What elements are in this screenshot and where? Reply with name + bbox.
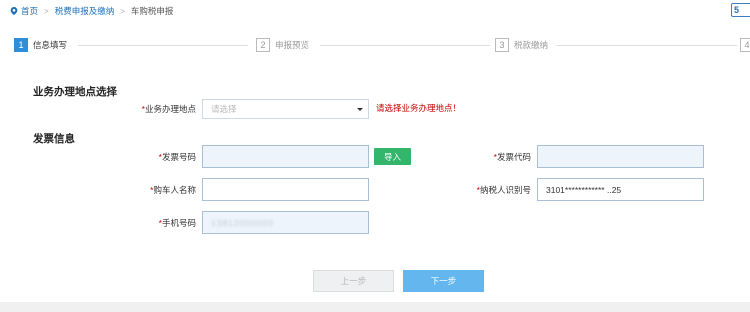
location-error: 请选择业务办理地点！ xyxy=(376,103,462,113)
location-pin-icon xyxy=(10,7,18,15)
taxpayer-id-input[interactable]: 3101************ ..25 xyxy=(537,178,704,201)
breadcrumb: 首页 > 税费申报及缴纳 > 车购税申报 xyxy=(10,5,173,17)
phone-value: 13812000000 xyxy=(211,217,275,228)
invoice-code-input[interactable] xyxy=(537,145,704,168)
business-section-title: 业务办理地点选择 xyxy=(33,86,117,98)
breadcrumb-separator: > xyxy=(120,6,125,16)
step-connector xyxy=(557,45,737,46)
step-label: 申报预览 xyxy=(275,40,310,50)
step-connector xyxy=(320,45,490,46)
step-connector xyxy=(78,45,248,46)
step-preview: 2 申报预览 xyxy=(256,37,309,53)
step-number: 3 xyxy=(495,38,509,52)
step-number: 4 xyxy=(740,38,750,52)
step-number: 1 xyxy=(14,38,28,52)
buyer-name-label: *购车人名称 xyxy=(150,185,196,195)
return-icon: 5 xyxy=(734,5,740,15)
taxpayer-id-label: *纳税人识别号 xyxy=(476,185,531,195)
breadcrumb-separator: > xyxy=(44,6,49,16)
invoice-number-label: *发票号码 xyxy=(158,152,196,162)
phone-label: *手机号码 xyxy=(158,218,196,228)
footer-band xyxy=(0,302,750,312)
invoice-code-label: *发票代码 xyxy=(493,152,531,162)
step-payment: 3 税款缴纳 xyxy=(495,37,548,53)
step-label: 税款缴纳 xyxy=(514,40,549,50)
invoice-section-title: 发票信息 xyxy=(33,133,75,145)
step-fill-info: 1 信息填写 xyxy=(14,37,67,53)
breadcrumb-tax-filing-link[interactable]: 税费申报及缴纳 xyxy=(55,5,115,17)
import-button[interactable]: 导入 xyxy=(374,148,411,165)
step-4: 4 xyxy=(740,37,750,53)
breadcrumb-current: 车购税申报 xyxy=(130,6,174,16)
location-placeholder: 请选择 xyxy=(211,104,237,114)
location-label: *业务办理地点 xyxy=(141,104,196,114)
buyer-name-input[interactable] xyxy=(202,178,369,201)
taxpayer-id-value: 3101************ ..25 xyxy=(546,184,622,195)
chevron-down-icon xyxy=(357,108,363,111)
phone-input[interactable]: 13812000000 xyxy=(202,211,369,234)
step-label: 信息填写 xyxy=(33,40,68,50)
prev-step-button[interactable]: 上一步 xyxy=(313,270,394,292)
next-step-button[interactable]: 下一步 xyxy=(403,270,484,292)
breadcrumb-home-link[interactable]: 首页 xyxy=(21,5,38,17)
back-button[interactable]: 5 xyxy=(731,3,750,17)
step-number: 2 xyxy=(256,38,270,52)
location-select[interactable]: 请选择 xyxy=(202,99,369,119)
invoice-number-input[interactable] xyxy=(202,145,369,168)
